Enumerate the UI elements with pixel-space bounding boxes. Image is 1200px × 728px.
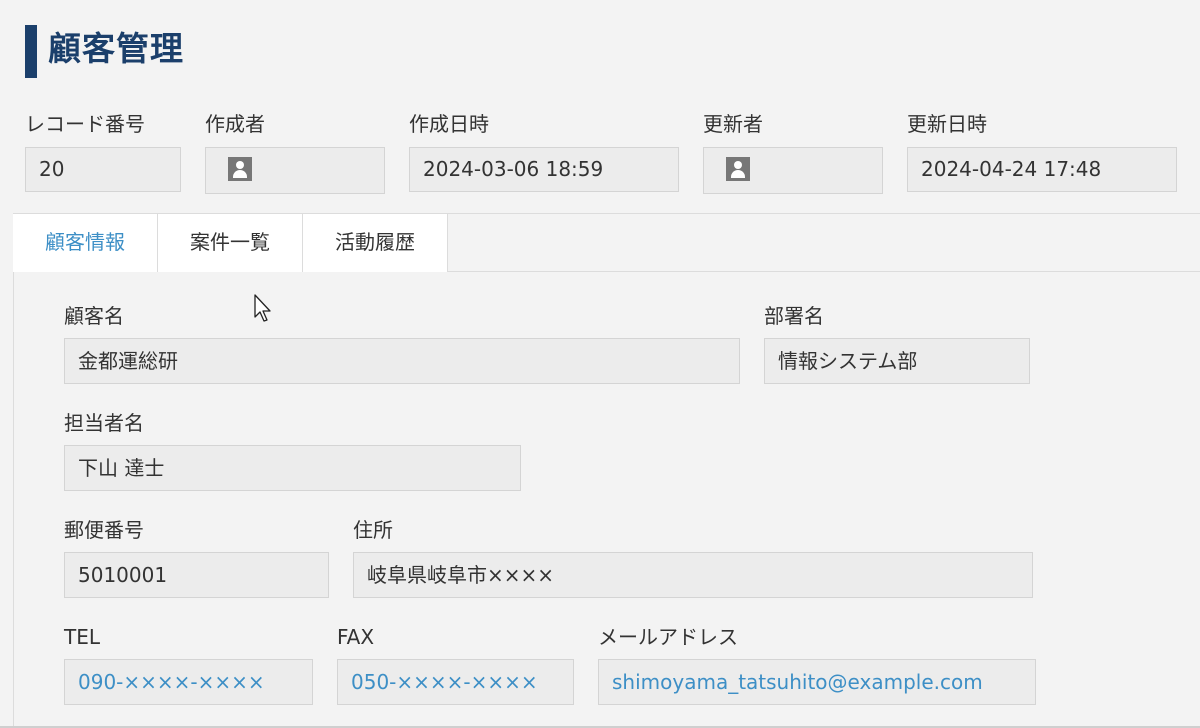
record-number-field: 20 [25,147,181,192]
customer-name-label: 顧客名 [64,304,124,328]
tab-customer-info[interactable]: 顧客情報 [13,213,158,272]
address-field: 岐阜県岐阜市×××× [353,552,1033,598]
tab-deal-list[interactable]: 案件一覧 [157,213,303,272]
updater-field [703,147,883,194]
customer-name-field: 金都運総研 [64,338,740,384]
address-label: 住所 [353,518,393,542]
tel-label: TEL [64,625,100,649]
email-link[interactable]: shimoyama_tatsuhito@example.com [612,670,983,694]
updated-at-field: 2024-04-24 17:48 [907,147,1177,192]
title-accent-bar [25,25,37,78]
updated-at-label: 更新日時 [907,112,987,136]
created-at-label: 作成日時 [409,112,489,136]
tel-link[interactable]: 090-××××-×××× [78,670,265,694]
tab-strip: 顧客情報 案件一覧 活動履歴 [13,213,1200,272]
user-icon[interactable] [726,157,750,181]
tel-field: 090-××××-×××× [64,659,313,705]
contact-person-field: 下山 達士 [64,445,521,491]
record-number-label: レコード番号 [25,112,145,136]
contact-person-label: 担当者名 [64,411,144,435]
mouse-pointer-icon [254,294,271,322]
fax-link[interactable]: 050-××××-×××× [351,670,538,694]
tab-activity-history[interactable]: 活動履歴 [302,213,448,272]
fax-label: FAX [337,625,375,649]
email-label: メールアドレス [598,625,738,649]
postal-code-label: 郵便番号 [64,518,144,542]
postal-code-field: 5010001 [64,552,329,598]
creator-label: 作成者 [205,112,265,136]
fax-field: 050-××××-×××× [337,659,574,705]
department-field: 情報システム部 [764,338,1030,384]
created-at-field: 2024-03-06 18:59 [409,147,679,192]
user-icon[interactable] [228,157,252,181]
updater-label: 更新者 [703,112,763,136]
page-title: 顧客管理 [48,29,184,68]
creator-field [205,147,385,194]
department-label: 部署名 [764,304,824,328]
email-field: shimoyama_tatsuhito@example.com [598,659,1036,705]
